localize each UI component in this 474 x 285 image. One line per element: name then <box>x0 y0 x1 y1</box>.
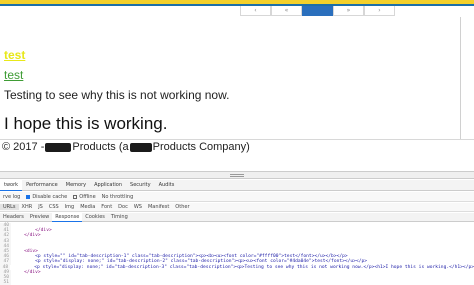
filter-js[interactable]: JS <box>35 204 46 210</box>
devtools-splitter[interactable] <box>0 171 474 179</box>
copyright-text: © 2017 - Products (a Products Company) <box>2 141 250 153</box>
top-accent-line <box>0 4 474 6</box>
filter-font[interactable]: Font <box>98 204 115 210</box>
pager-last-button[interactable]: › <box>364 6 395 16</box>
filter-css[interactable]: CSS <box>46 204 62 210</box>
preserve-log-option[interactable]: rve log <box>0 194 23 200</box>
filter-urls[interactable]: URLs <box>0 204 19 210</box>
response-source: 40 41 </div> 42 </div> 43 44 45 <div> 46… <box>0 223 474 285</box>
pager-first-button[interactable]: ‹ <box>240 6 271 16</box>
tab-audits[interactable]: Audits <box>155 180 179 191</box>
throttling-select[interactable]: No throttling <box>99 194 137 200</box>
copyright-middle: Products (a <box>72 141 129 153</box>
subtab-preview[interactable]: Preview <box>27 213 52 222</box>
redaction-block <box>45 142 72 152</box>
filter-doc[interactable]: Doc <box>115 204 131 210</box>
subtab-headers[interactable]: Headers <box>0 213 27 222</box>
pager-next-button[interactable]: » <box>333 6 364 16</box>
tab-network[interactable]: twork <box>0 180 23 191</box>
request-detail-tabs: Headers Preview Response Cookies Timing <box>0 212 474 222</box>
test-link-yellow[interactable]: test <box>4 48 25 62</box>
disable-cache-option[interactable]: Disable cache <box>23 194 70 200</box>
devtools-tabbar: twork Performance Memory Application Sec… <box>0 180 474 191</box>
test-link-green[interactable]: test <box>4 68 23 82</box>
filter-ws[interactable]: WS <box>131 204 145 210</box>
subtab-cookies[interactable]: Cookies <box>82 213 108 222</box>
description-paragraph: Testing to see why this is not working n… <box>4 88 230 102</box>
pager-prev-button[interactable]: « <box>271 6 302 16</box>
tab-security[interactable]: Security <box>126 180 155 191</box>
pagination: ‹ « 1 » › <box>240 6 395 16</box>
code-line: 51 <box>0 280 474 285</box>
filter-media[interactable]: Media <box>77 204 98 210</box>
tab-performance[interactable]: Performance <box>22 180 62 191</box>
code-line: 48 <p style="display: none;" id="tab-des… <box>0 264 474 270</box>
pager-page-button[interactable]: 1 <box>302 6 333 16</box>
viewport-right-border <box>460 17 461 139</box>
filter-img[interactable]: Img <box>62 204 78 210</box>
copyright-prefix: © 2017 - <box>2 141 45 153</box>
checkbox-icon <box>73 194 78 199</box>
filter-bar: URLs XHR JS CSS Img Media Font Doc WS Ma… <box>0 203 474 212</box>
subtab-timing[interactable]: Timing <box>108 213 131 222</box>
offline-option[interactable]: Offline <box>70 194 98 200</box>
tab-application[interactable]: Application <box>90 180 126 191</box>
filter-manifest[interactable]: Manifest <box>145 204 172 210</box>
tab-memory[interactable]: Memory <box>62 180 90 191</box>
page-heading: I hope this is working. <box>4 114 168 133</box>
redaction-block <box>129 142 152 152</box>
grip-icon <box>230 173 244 177</box>
copyright-suffix: Products Company) <box>152 141 250 153</box>
network-toolbar: rve log Disable cache Offline No throttl… <box>0 192 474 202</box>
filter-other[interactable]: Other <box>172 204 192 210</box>
subtab-response[interactable]: Response <box>52 212 83 222</box>
filter-xhr[interactable]: XHR <box>19 204 36 210</box>
checkbox-icon <box>26 194 31 199</box>
